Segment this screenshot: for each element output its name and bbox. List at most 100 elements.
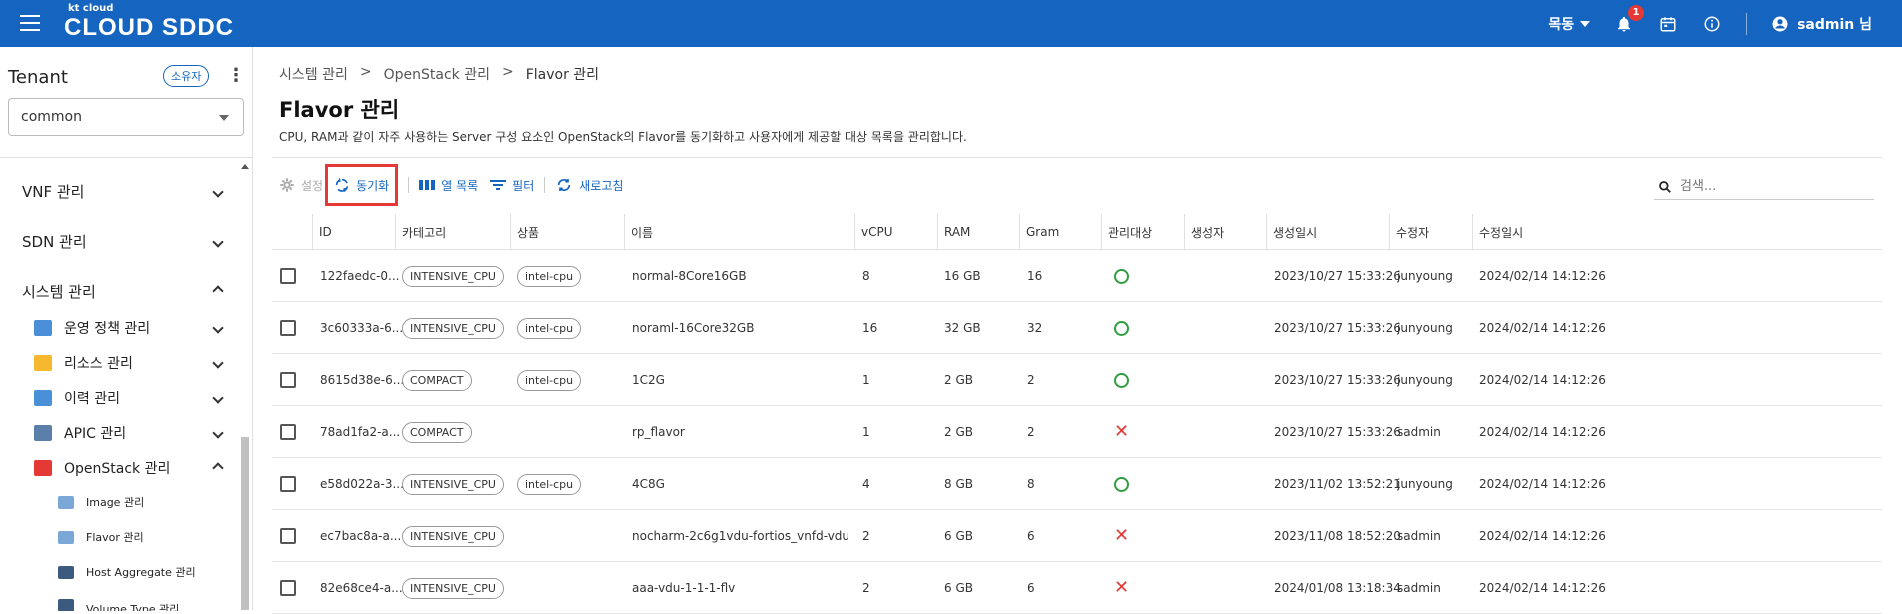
cell-id: e58d022a-3... [320,458,404,510]
table-row[interactable]: 82e68ce4-a... INTENSIVE_CPU aaa-vdu-1-1-1-… [272,562,1882,614]
location-selector[interactable]: 목동 [1548,14,1591,34]
calendar-button[interactable] [1658,14,1678,34]
search-icon [1659,180,1671,193]
column-header-creator[interactable]: 생성자 [1184,214,1224,250]
menu-item-flavor[interactable]: Flavor 관리 [58,529,238,545]
row-checkbox[interactable] [280,424,296,440]
row-select [280,562,296,614]
cell-ram-text: 6 GB [944,581,973,595]
cell-ram-text: 2 GB [944,373,973,387]
refresh-icon [558,179,571,191]
menu-item-resource[interactable]: 리소스 관리 [34,353,240,373]
cell-gram-text: 32 [1027,321,1043,335]
row-checkbox[interactable] [280,580,296,596]
flavor-icon [58,530,74,544]
menu-item-image[interactable]: Image 관리 [58,494,238,510]
menu-item-apic[interactable]: APIC 관리 [34,423,240,443]
table-body: 122faedc-0... INTENSIVE_CPU intel-cpu norma… [272,250,1882,614]
column-header-modified[interactable]: 수정일시 [1472,214,1523,250]
breadcrumb: 시스템 관리 > OpenStack 관리 > Flavor 관리 [279,64,599,84]
tenant-header: Tenant 소유자 ⋮ [8,65,245,88]
menu-item-label: 시스템 관리 [22,283,96,301]
column-header-id[interactable]: ID [312,214,332,250]
folder-icon [34,355,52,371]
menu-item-system[interactable]: 시스템 관리 [22,281,240,302]
menu-item-openstack[interactable]: OpenStack 관리 [34,458,240,478]
cell-modifier-text: junyoung [1397,373,1453,387]
cell-name: rp_flavor [632,406,848,458]
scroll-up-icon[interactable] [241,164,249,169]
check-circle-icon [1114,268,1129,284]
column-header-modifier[interactable]: 수정자 [1389,214,1429,250]
table-row[interactable]: 3c60333a-6... INTENSIVE_CPU intel-cpu noram… [272,302,1882,354]
column-header-name[interactable]: 이름 [624,214,653,250]
tenant-select[interactable]: common [8,98,244,136]
column-header-gram[interactable]: Gram [1019,214,1059,250]
tenant-title: Tenant [8,67,68,88]
cell-gram: 8 [1027,458,1035,510]
row-select [280,302,296,354]
menu-item-label: OpenStack 관리 [64,461,171,477]
notification-button[interactable]: 1 [1614,4,1645,34]
cell-category-chip: INTENSIVE_CPU [402,525,504,547]
cell-category-chip: COMPACT [402,421,472,443]
cell-vcpu: 4 [862,458,870,510]
column-header-managed[interactable]: 관리대상 [1101,214,1152,250]
cell-modifier-text: sadmin [1397,581,1441,595]
table-row[interactable]: 122faedc-0... INTENSIVE_CPU intel-cpu norma… [272,250,1882,302]
cell-category-chip: INTENSIVE_CPU [402,473,504,495]
table-row[interactable]: 8615d38e-6... COMPACT intel-cpu 1C2G 1 2 GB 2 2… [272,354,1882,406]
menu-item-label: Host Aggregate 관리 [86,566,196,579]
breadcrumb-item[interactable]: 시스템 관리 [279,64,348,84]
table-row[interactable]: ec7bac8a-a... INTENSIVE_CPU nocharm-2c6g1v… [272,510,1882,562]
menu-icon[interactable] [20,15,40,31]
menu-item-sdn[interactable]: SDN 관리 [22,231,240,252]
cell-vcpu-text: 4 [862,477,870,491]
brand-logo[interactable]: CLOUD SDDC [64,14,234,42]
search-box[interactable] [1654,174,1874,200]
filter-button[interactable]: 필터 [490,172,534,198]
menu-item-host-aggregate[interactable]: Host Aggregate 관리 [58,564,238,580]
cell-category-chip: INTENSIVE_CPU [402,265,504,287]
row-checkbox[interactable] [280,372,296,388]
refresh-button[interactable]: 새로고침 [555,172,623,198]
history-icon [34,390,52,406]
settings-button[interactable]: 설정 [279,172,323,198]
cell-modified: 2024/02/14 14:12:26 [1479,302,1606,354]
cell-id-text: 8615d38e-6... [320,373,405,387]
sync-button[interactable]: 동기화 [325,164,399,206]
row-checkbox[interactable] [280,268,296,284]
gear-icon [280,178,294,192]
cell-modified-text: 2024/02/14 14:12:26 [1479,529,1606,543]
scrollbar-thumb[interactable] [241,437,249,610]
cell-ram-text: 32 GB [944,321,981,335]
menu-item-policy[interactable]: 운영 정책 관리 [34,318,240,338]
column-header-category[interactable]: 카테고리 [395,214,446,250]
row-checkbox[interactable] [280,528,296,544]
table-row[interactable]: e58d022a-3... INTENSIVE_CPU intel-cpu 4C8G 4… [272,458,1882,510]
table-header: ID 카테고리 상품 이름 vCPU RAM Gram 관리대상 생성자 생성일… [272,214,1882,250]
info-button[interactable] [1702,14,1722,34]
cell-modified-text: 2024/02/14 14:12:26 [1479,321,1606,335]
owner-chip[interactable]: 소유자 [163,65,210,87]
columns-button[interactable]: 열 목록 [419,172,478,198]
cell-modified-text: 2024/02/14 14:12:26 [1479,425,1606,439]
menu-item-volume-type[interactable]: Volume Type 관리 [58,597,238,611]
cell-gram: 2 [1027,354,1035,406]
column-header-created[interactable]: 생성일시 [1266,214,1317,250]
column-header-ram[interactable]: RAM [937,214,970,250]
menu-item-vnf[interactable]: VNF 관리 [22,181,240,202]
search-input[interactable] [1680,179,1860,194]
row-checkbox[interactable] [280,320,296,336]
menu-item-history[interactable]: 이력 관리 [34,388,240,408]
sidebar-scrollbar[interactable] [241,164,249,610]
column-header-vcpu[interactable]: vCPU [854,214,893,250]
column-header-product[interactable]: 상품 [510,214,539,250]
user-menu[interactable]: sadmin 님 [1771,14,1872,34]
table-row[interactable]: 78ad1fa2-a... COMPACT rp_flavor 1 2 GB 2 ✕ 2023… [272,406,1882,458]
more-vert-icon[interactable]: ⋮ [227,67,245,85]
row-checkbox[interactable] [280,476,296,492]
breadcrumb-item[interactable]: OpenStack 관리 [384,64,490,84]
cell-product: intel-cpu [517,354,582,406]
cell-created: 2023/11/08 18:52:20 [1274,510,1401,562]
